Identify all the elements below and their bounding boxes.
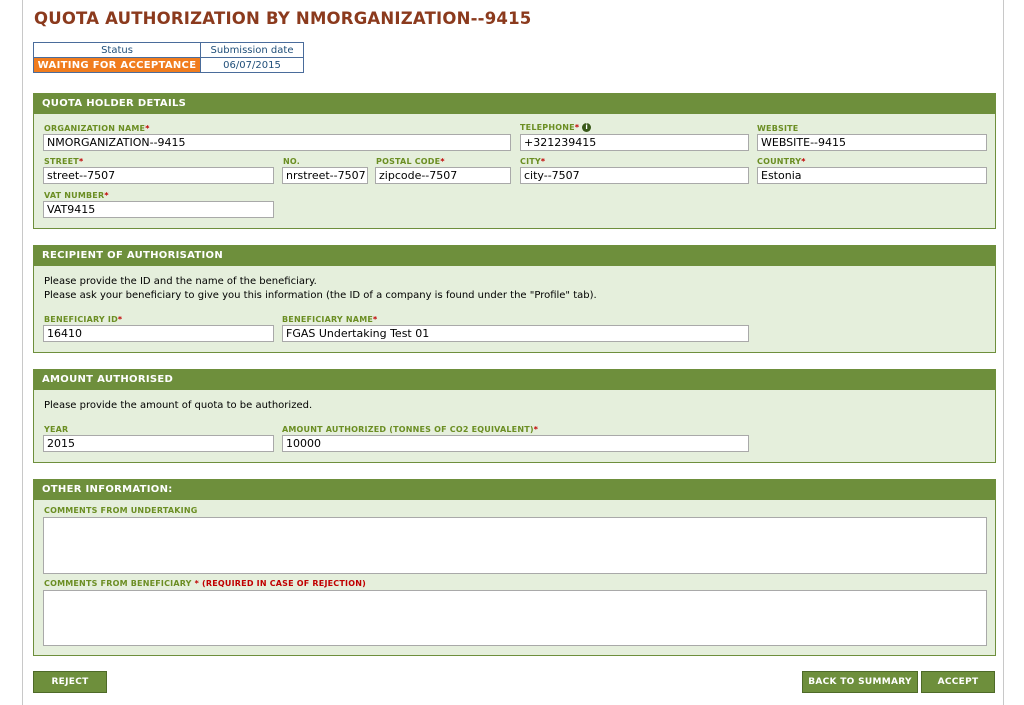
status-header: Status: [33, 42, 201, 58]
beneficiary-id-field[interactable]: 16410: [43, 325, 274, 342]
organization-name-field[interactable]: NMORGANIZATION--9415: [43, 134, 511, 151]
country-field[interactable]: Estonia: [757, 167, 987, 184]
section-title: OTHER INFORMATION:: [34, 480, 995, 500]
other-information-section: OTHER INFORMATION: COMMENTS FROM UNDERTA…: [33, 479, 996, 656]
website-label: WEBSITE: [757, 124, 799, 133]
accept-button[interactable]: ACCEPT: [921, 671, 995, 693]
beneficiary-name-label: BENEFICIARY NAME*: [282, 315, 378, 324]
telephone-field[interactable]: +321239415: [520, 134, 749, 151]
street-label: STREET*: [44, 157, 84, 166]
comments-beneficiary-textarea[interactable]: [43, 590, 987, 646]
website-field[interactable]: WEBSITE--9415: [757, 134, 987, 151]
number-label: NO.: [283, 157, 300, 166]
submission-date-header: Submission date: [200, 42, 304, 58]
page-title: QUOTA AUTHORIZATION BY NMORGANIZATION--9…: [34, 9, 532, 28]
quota-holder-section: QUOTA HOLDER DETAILS ORGANIZATION NAME* …: [33, 93, 996, 229]
vat-number-field[interactable]: VAT9415: [43, 201, 274, 218]
year-field[interactable]: 2015: [43, 435, 274, 452]
vat-number-label: VAT NUMBER*: [44, 191, 109, 200]
postal-code-field[interactable]: zipcode--7507: [375, 167, 511, 184]
info-icon[interactable]: i: [582, 123, 592, 132]
section-title: AMOUNT AUTHORISED: [34, 370, 995, 390]
beneficiary-id-label: BENEFICIARY ID*: [44, 315, 123, 324]
section-title: RECIPIENT OF AUTHORISATION: [34, 246, 995, 266]
reject-button[interactable]: REJECT: [33, 671, 107, 693]
comments-undertaking-textarea[interactable]: [43, 517, 987, 574]
city-field[interactable]: city--7507: [520, 167, 749, 184]
number-field[interactable]: nrstreet--7507: [282, 167, 368, 184]
submission-date-value: 06/07/2015: [200, 57, 304, 73]
year-label: YEAR: [44, 425, 69, 434]
beneficiary-name-field[interactable]: FGAS Undertaking Test 01: [282, 325, 749, 342]
recipient-instructions-1: Please provide the ID and the name of th…: [44, 276, 317, 287]
amount-section: AMOUNT AUTHORISED Please provide the amo…: [33, 369, 996, 463]
status-badge: WAITING FOR ACCEPTANCE: [33, 57, 201, 73]
comments-undertaking-label: COMMENTS FROM UNDERTAKING: [44, 506, 198, 515]
street-field[interactable]: street--7507: [43, 167, 274, 184]
amount-authorized-label: AMOUNT AUTHORIZED (TONNES OF CO2 EQUIVAL…: [282, 425, 539, 434]
amount-authorized-field[interactable]: 10000: [282, 435, 749, 452]
telephone-label: TELEPHONE* i: [520, 123, 592, 132]
back-to-summary-button[interactable]: BACK TO SUMMARY: [802, 671, 918, 693]
status-table: Status Submission date WAITING FOR ACCEP…: [33, 42, 304, 73]
amount-instructions: Please provide the amount of quota to be…: [44, 400, 313, 411]
postal-code-label: POSTAL CODE*: [376, 157, 445, 166]
comments-beneficiary-label: COMMENTS FROM BENEFICIARY * (REQUIRED IN…: [44, 579, 366, 588]
recipient-instructions-2: Please ask your beneficiary to give you …: [44, 290, 597, 301]
organization-name-label: ORGANIZATION NAME*: [44, 124, 150, 133]
recipient-section: RECIPIENT OF AUTHORISATION Please provid…: [33, 245, 996, 353]
country-label: COUNTRY*: [757, 157, 806, 166]
section-title: QUOTA HOLDER DETAILS: [34, 94, 995, 114]
city-label: CITY*: [520, 157, 546, 166]
